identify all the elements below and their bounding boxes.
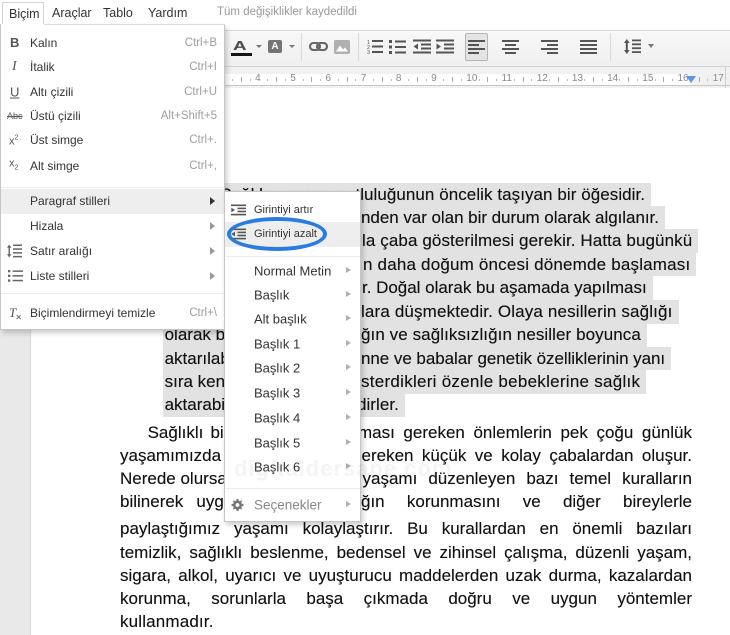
svg-text:3: 3 [367, 50, 370, 54]
